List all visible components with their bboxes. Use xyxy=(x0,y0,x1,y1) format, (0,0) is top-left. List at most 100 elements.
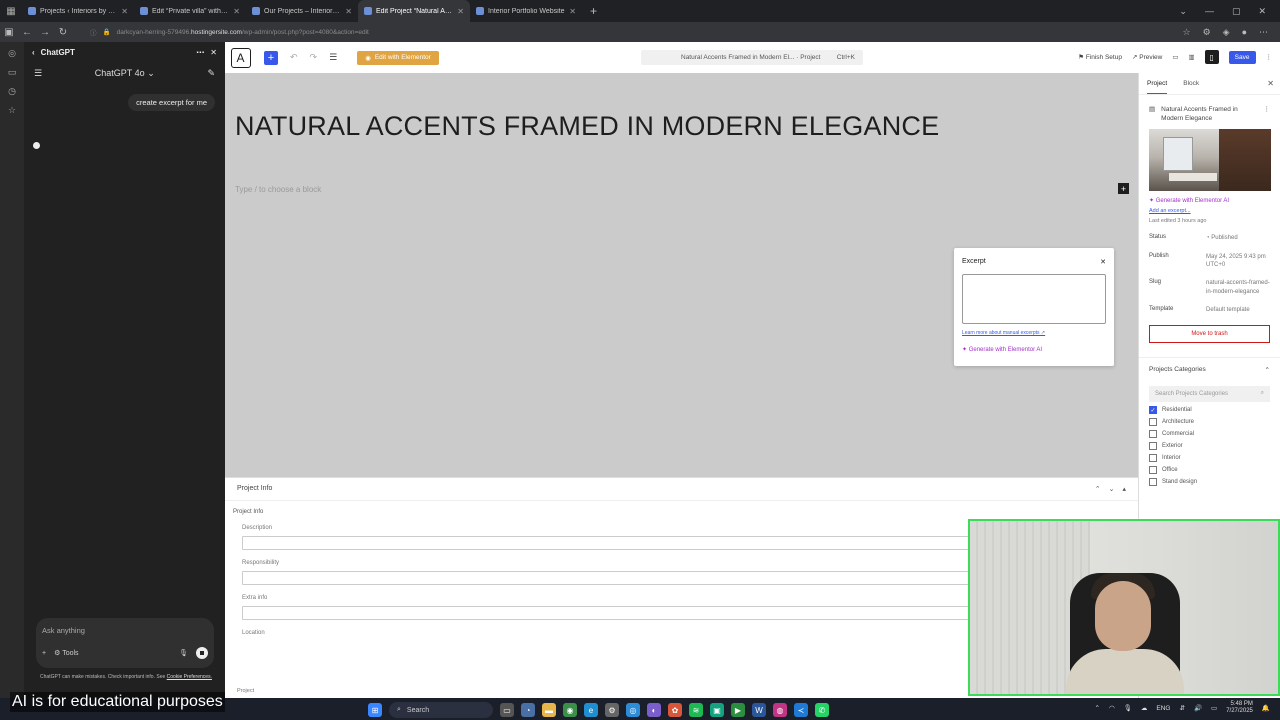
tab-project[interactable]: Project xyxy=(1147,74,1168,94)
category-architecture[interactable]: Architecture xyxy=(1139,418,1280,427)
finish-setup-button[interactable]: ⚑ Finish Setup xyxy=(1078,53,1122,61)
publish-date[interactable]: May 24, 2025 9:43 pm UTC+0 xyxy=(1206,253,1270,270)
chevron-up-icon[interactable]: ⌃ xyxy=(1095,704,1100,712)
spotify-icon[interactable]: ≋ xyxy=(689,703,703,717)
new-chat-icon[interactable]: ✎ xyxy=(207,68,215,79)
messenger-icon[interactable]: ◍ xyxy=(773,703,787,717)
collapse-icon[interactable]: ▴ xyxy=(1122,485,1126,493)
collections-icon[interactable]: ▭ xyxy=(8,67,17,78)
wp-logo-button[interactable]: A xyxy=(225,42,256,73)
categories-header[interactable]: Projects Categories ⌃ xyxy=(1139,356,1280,382)
tab-block[interactable]: Block xyxy=(1183,80,1199,87)
options-icon[interactable]: ⋮ xyxy=(1266,53,1273,61)
profile-icon[interactable]: ● xyxy=(1242,27,1247,38)
more-icon[interactable]: ⋮ xyxy=(1264,105,1271,123)
vscode-icon[interactable]: ≺ xyxy=(794,703,808,717)
photos-icon[interactable]: ✿ xyxy=(668,703,682,717)
checkbox[interactable] xyxy=(1149,454,1157,463)
browser-icon[interactable]: ◐ xyxy=(647,703,661,717)
redo-icon[interactable]: ↷ xyxy=(310,52,318,63)
generate-ai-link[interactable]: ✦ Generate with Elementor AI xyxy=(1139,191,1280,204)
chevron-left-icon[interactable]: ‹ xyxy=(32,48,35,57)
media-player-icon[interactable]: ▶ xyxy=(731,703,745,717)
microphone-icon[interactable]: 🎙 xyxy=(179,649,188,657)
category-office[interactable]: Office xyxy=(1139,466,1280,475)
checkbox[interactable] xyxy=(1149,466,1157,475)
category-residential[interactable]: ✓ Residential xyxy=(1139,406,1280,415)
category-exterior[interactable]: Exterior xyxy=(1139,442,1280,451)
more-icon[interactable]: ⋯ xyxy=(196,48,204,57)
sidebar-icon[interactable]: ▣ xyxy=(0,27,18,38)
post-title[interactable]: NATURAL ACCENTS FRAMED IN MODERN ELEGANC… xyxy=(235,111,939,142)
back-icon[interactable]: ← xyxy=(18,27,36,38)
chevron-down-icon[interactable]: ⌄ xyxy=(1179,6,1187,17)
bookmark-star-icon[interactable]: ☆ xyxy=(1182,27,1190,38)
cloud-icon[interactable]: ☁ xyxy=(1141,704,1148,712)
template-value[interactable]: Default template xyxy=(1206,306,1270,314)
stop-button[interactable] xyxy=(196,647,208,659)
close-icon[interactable]: ✕ xyxy=(1100,258,1106,266)
chrome-icon[interactable]: ◉ xyxy=(563,703,577,717)
settings-panel-icon[interactable]: ▯ xyxy=(1204,50,1219,64)
checkbox[interactable] xyxy=(1149,418,1157,427)
slug-value[interactable]: natural-accents-framed-in-modern-eleganc… xyxy=(1206,279,1270,296)
task-view-icon[interactable]: ▭ xyxy=(500,703,514,717)
model-selector[interactable]: ChatGPT 4o ⌄ xyxy=(42,68,207,79)
close-icon[interactable]: ✕ xyxy=(210,48,217,57)
block-placeholder[interactable]: Type / to choose a block xyxy=(235,185,321,194)
chat-input-box[interactable]: Ask anything + ⚙ Tools 🎙 xyxy=(36,618,214,668)
add-excerpt-link[interactable]: Add an excerpt... xyxy=(1139,204,1280,214)
command-palette-bar[interactable]: Natural Accents Framed in Modern El... ·… xyxy=(641,50,863,65)
extensions-icon[interactable]: ⚙ xyxy=(1203,27,1211,38)
menu-icon[interactable]: ☰ xyxy=(34,68,42,79)
url-field[interactable]: ⓘ 🔒 darkcyan-herring-579496.hostingersit… xyxy=(90,27,1080,38)
browser-tab-1[interactable]: Projects ‹ Interiors by Guney — ✕ xyxy=(22,0,134,22)
minimize-icon[interactable]: — xyxy=(1205,6,1214,17)
close-icon[interactable]: ✕ xyxy=(121,7,128,16)
checkbox[interactable] xyxy=(1149,442,1157,451)
cookie-preferences-link[interactable]: Cookie Preferences. xyxy=(167,674,212,680)
close-icon[interactable]: ✕ xyxy=(1267,79,1274,88)
categories-search-input[interactable]: Search Projects Categories ⌕ xyxy=(1149,385,1270,402)
tools-button[interactable]: ⚙ Tools xyxy=(54,649,78,657)
block-inserter-button[interactable]: + xyxy=(264,50,278,65)
browser-tab-5[interactable]: Interior Portfolio Website ✕ xyxy=(470,0,582,22)
new-tab-button[interactable]: + xyxy=(582,4,605,18)
terminal-icon[interactable]: ▣ xyxy=(710,703,724,717)
category-stand-design[interactable]: Stand design xyxy=(1139,478,1280,487)
menu-icon[interactable]: ⋯ xyxy=(1259,27,1268,38)
chevron-up-icon[interactable]: ⌃ xyxy=(1095,485,1101,493)
elementor-panel-icon[interactable]: ▥ xyxy=(1189,53,1195,61)
move-to-trash-button[interactable]: Move to trash xyxy=(1149,324,1270,343)
favorites-icon[interactable]: ☆ xyxy=(8,105,16,116)
excerpt-textarea[interactable] xyxy=(962,274,1106,324)
word-icon[interactable]: W xyxy=(752,703,766,717)
close-icon[interactable]: ✕ xyxy=(457,7,464,16)
featured-image[interactable] xyxy=(1149,129,1271,192)
battery-icon[interactable]: ▭ xyxy=(1211,704,1217,712)
undo-icon[interactable]: ↶ xyxy=(290,52,298,63)
edit-with-elementor-button[interactable]: ◉ Edit with Elementor xyxy=(357,50,439,65)
file-explorer-icon[interactable]: ▬ xyxy=(542,703,556,717)
reload-icon[interactable]: ↻ xyxy=(54,27,72,38)
copilot-icon[interactable]: ◈ xyxy=(1223,27,1230,38)
document-overview-icon[interactable]: ☰ xyxy=(329,52,337,63)
maps-icon[interactable]: ◎ xyxy=(626,703,640,717)
category-commercial[interactable]: Commercial xyxy=(1139,430,1280,439)
device-preview-icon[interactable]: ▭ xyxy=(1172,53,1178,61)
notifications-icon[interactable]: 🔔 xyxy=(1262,704,1270,712)
browser-tab-4[interactable]: Edit Project “Natural Accents F✕ xyxy=(358,0,470,22)
close-icon[interactable]: ✕ xyxy=(345,7,352,16)
generate-ai-button[interactable]: ✦ Generate with Elementor AI xyxy=(962,346,1106,353)
widgets-icon[interactable]: ◔ xyxy=(521,703,535,717)
chat-input[interactable]: Ask anything xyxy=(42,626,208,635)
plus-icon[interactable]: + xyxy=(42,650,46,657)
site-info-icon[interactable]: ⓘ xyxy=(90,27,97,37)
status-value[interactable]: ◔ Published xyxy=(1206,234,1270,242)
microphone-icon[interactable]: 🎙 xyxy=(1124,704,1132,712)
category-interior[interactable]: Interior xyxy=(1139,454,1280,463)
browser-tab-3[interactable]: Our Projects – Interiors by Gun✕ xyxy=(246,0,358,22)
close-icon[interactable]: ✕ xyxy=(569,7,576,16)
forward-icon[interactable]: → xyxy=(36,27,54,38)
checkbox[interactable]: ✓ xyxy=(1149,406,1157,415)
